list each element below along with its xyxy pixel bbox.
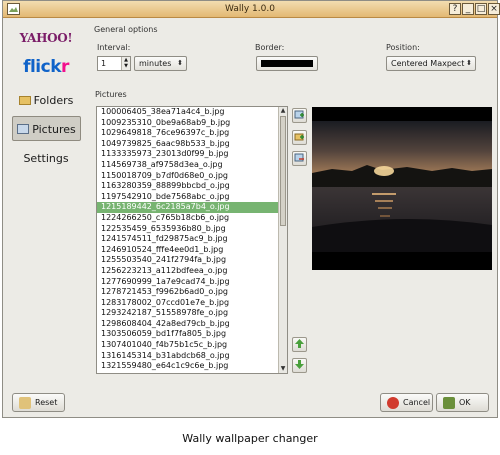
maximize-button[interactable]: □ <box>475 3 487 15</box>
sidebar-item-flickr[interactable]: flickr <box>13 57 79 77</box>
reset-label: Reset <box>35 398 58 407</box>
file-list-item[interactable]: 1293242187_51558978fe_o.jpg <box>97 308 287 319</box>
file-list-item[interactable]: 1307401040_f4b75b1c5c_b.jpg <box>97 340 287 351</box>
ok-label: OK <box>459 398 471 407</box>
flickr-logo: flick <box>23 57 62 77</box>
file-list-item[interactable]: 1277690999_1a7e9cad74_b.jpg <box>97 277 287 288</box>
ok-button[interactable]: OK <box>436 393 489 412</box>
sidebar-item-pictures[interactable]: Pictures <box>12 116 81 141</box>
sidebar: YAHOO! flickr Folders Pictures Settings <box>9 25 81 375</box>
title-bar[interactable]: Wally 1.0.0 ? _ □ × <box>3 1 500 18</box>
spinner-arrows-icon[interactable]: ▲ ▼ <box>121 57 130 70</box>
interval-label: Interval: <box>97 43 131 52</box>
minimize-button[interactable]: _ <box>462 3 474 15</box>
scrollbar-thumb[interactable] <box>280 116 286 226</box>
file-list-item[interactable]: 1321559480_e64c1c9c6e_b.jpg <box>97 361 287 372</box>
file-list-item[interactable]: 1246910524_fffe4ee0d1_b.jpg <box>97 245 287 256</box>
app-window: Wally 1.0.0 ? _ □ × YAHOO! flickr Folder… <box>2 0 500 418</box>
file-list-item[interactable]: 1133335973_23013d0f99_b.jpg <box>97 149 287 160</box>
file-list-scrollbar[interactable]: ▲ ▼ <box>278 107 287 373</box>
window-title: Wally 1.0.0 <box>225 4 275 14</box>
file-list-item[interactable]: 114569738_af9758d3ea_o.jpg <box>97 160 287 171</box>
add-folder-button[interactable] <box>292 130 307 145</box>
file-list-item[interactable]: 1298608404_42a8ed79cb_b.jpg <box>97 319 287 330</box>
figure-caption: Wally wallpaper changer <box>182 432 318 445</box>
move-down-button[interactable] <box>292 358 307 373</box>
close-button[interactable]: × <box>488 3 500 15</box>
position-label: Position: <box>386 43 420 52</box>
cancel-button[interactable]: Cancel <box>380 393 433 412</box>
sidebar-item-label: Folders <box>33 94 74 107</box>
border-color-swatch <box>261 60 313 67</box>
file-list-item[interactable]: 1163280359_88899bbcbd_o.jpg <box>97 181 287 192</box>
position-select[interactable]: Centered Maxpect ⬍ <box>386 56 476 71</box>
remove-picture-button[interactable] <box>292 151 307 166</box>
file-list-item[interactable]: 1316145314_b31abdcb68_o.jpg <box>97 351 287 362</box>
pictures-icon <box>17 124 30 134</box>
file-list-item[interactable]: 1215189442_6c2185a7b4_o.jpg <box>97 202 287 213</box>
scroll-down-icon[interactable]: ▼ <box>279 365 287 373</box>
file-list-item[interactable]: 1256223213_a112bdfeea_o.jpg <box>97 266 287 277</box>
folder-icon <box>18 96 31 105</box>
file-list-item[interactable]: 1029649818_76ce96397c_b.jpg <box>97 128 287 139</box>
add-folder-icon <box>294 133 304 141</box>
interval-spinner[interactable]: 1 ▲ ▼ <box>97 56 131 71</box>
sidebar-item-label: Settings <box>23 152 69 165</box>
border-color-button[interactable] <box>256 56 318 71</box>
sidebar-item-folders[interactable]: Folders <box>13 91 79 111</box>
add-picture-button[interactable] <box>292 108 307 123</box>
arrow-up-icon <box>295 339 304 348</box>
position-value: Centered Maxpect <box>391 59 465 68</box>
file-list-item[interactable]: 1241574511_fd29875ac9_b.jpg <box>97 234 287 245</box>
file-list-item[interactable]: 1278721453_f9962b6ad0_o.jpg <box>97 287 287 298</box>
file-list-item[interactable]: 100006405_38ea71a4c4_b.jpg <box>97 107 287 118</box>
pictures-heading: Pictures <box>95 90 127 99</box>
chevron-updown-icon: ⬍ <box>177 59 183 67</box>
file-list-item[interactable]: 1283178002_07ccd01e7e_b.jpg <box>97 298 287 309</box>
add-image-icon <box>294 110 304 119</box>
file-rows: 100006405_38ea71a4c4_b.jpg 1009235310_0be… <box>97 107 287 372</box>
sidebar-item-label: Pictures <box>32 123 76 136</box>
cancel-label: Cancel <box>403 398 431 407</box>
interval-unit-select[interactable]: minutes ⬍ <box>134 56 187 71</box>
file-list-item[interactable]: 1255503540_241f2794fa_b.jpg <box>97 255 287 266</box>
sunset-lake-image <box>312 107 492 270</box>
reset-button[interactable]: Reset <box>12 393 65 412</box>
chevron-updown-icon: ⬍ <box>466 59 472 67</box>
checkmark-icon <box>443 397 455 409</box>
file-list-item[interactable]: 1197542910_bde7568abc_o.jpg <box>97 192 287 203</box>
file-list-item[interactable]: 1150018709_b7df0d68e0_o.jpg <box>97 171 287 182</box>
help-button[interactable]: ? <box>449 3 461 15</box>
file-list-item[interactable]: 1009235310_0be9a68ab9_b.jpg <box>97 118 287 129</box>
file-list-item[interactable]: 1224266250_c765b18cb6_o.jpg <box>97 213 287 224</box>
picture-preview <box>312 107 492 270</box>
file-list-item[interactable]: 1049739825_6aac98b533_b.jpg <box>97 139 287 150</box>
picture-file-list[interactable]: 100006405_38ea71a4c4_b.jpg 1009235310_0be… <box>96 106 288 374</box>
sidebar-item-settings[interactable]: Settings <box>13 149 79 169</box>
move-up-button[interactable] <box>292 337 307 352</box>
general-options-heading: General options <box>94 25 158 34</box>
sidebar-item-yahoo[interactable]: YAHOO! <box>13 31 79 45</box>
scroll-up-icon[interactable]: ▲ <box>279 107 287 115</box>
broom-icon <box>19 397 31 409</box>
cancel-icon <box>387 397 399 409</box>
border-label: Border: <box>255 43 285 52</box>
interval-unit-value: minutes <box>139 59 172 68</box>
file-list-item[interactable]: 1303506059_bd1f7fa805_b.jpg <box>97 329 287 340</box>
remove-image-icon <box>294 153 304 162</box>
file-list-item[interactable]: 122535459_6535936b80_b.jpg <box>97 224 287 235</box>
interval-value: 1 <box>101 59 107 68</box>
arrow-down-icon <box>295 360 304 369</box>
